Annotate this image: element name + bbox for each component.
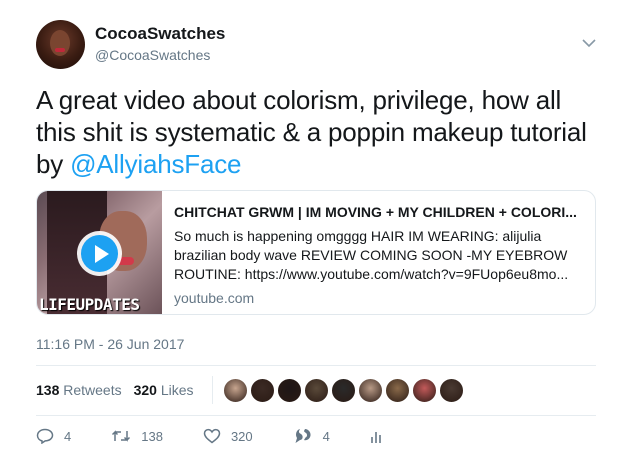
moments-icon [295, 429, 311, 443]
user-names: CocoaSwatches @CocoaSwatches [95, 24, 225, 65]
liker-avatars [222, 377, 466, 403]
liker-avatar[interactable] [249, 377, 275, 403]
tweet-actions: 4 138 320 4 [36, 425, 434, 447]
chevron-down-icon[interactable] [582, 38, 596, 48]
retweets-stat[interactable]: 138 Retweets [36, 382, 122, 398]
liker-avatar[interactable] [222, 377, 248, 403]
like-button[interactable]: 320 [203, 428, 253, 444]
analytics-button[interactable] [370, 428, 394, 444]
liker-avatar[interactable] [438, 377, 464, 403]
user-handle[interactable]: @CocoaSwatches [95, 45, 225, 65]
retweet-button[interactable]: 138 [111, 428, 163, 444]
link-card[interactable]: LIFEUPDATES CHITCHAT GRWM | IM MOVING + … [36, 190, 596, 315]
retweet-icon [112, 430, 131, 442]
card-title: CHITCHAT GRWM | IM MOVING + MY CHILDREN … [174, 204, 577, 220]
card-description: So much is happening omgggg HAIR IM WEAR… [174, 228, 569, 282]
heart-icon [203, 428, 221, 444]
divider [36, 365, 596, 366]
liker-avatar[interactable] [276, 377, 302, 403]
liker-avatar[interactable] [384, 377, 410, 403]
liker-avatar[interactable] [411, 377, 437, 403]
likes-stat[interactable]: 320 Likes [134, 382, 194, 398]
moments-button[interactable]: 4 [293, 427, 330, 445]
tweet-stats: 138 Retweets 320 Likes [36, 375, 466, 405]
reply-button[interactable]: 4 [36, 428, 71, 444]
card-domain: youtube.com [174, 290, 255, 306]
divider [36, 415, 596, 416]
divider [211, 376, 213, 404]
liker-avatar[interactable] [303, 377, 329, 403]
reply-icon [36, 428, 54, 444]
tweet-timestamp[interactable]: 11:16 PM - 26 Jun 2017 [36, 336, 184, 352]
liker-avatar[interactable] [330, 377, 356, 403]
mention-link[interactable]: @AllyiahsFace [70, 149, 241, 179]
avatar[interactable] [36, 20, 85, 69]
card-body: CHITCHAT GRWM | IM MOVING + MY CHILDREN … [174, 203, 584, 307]
tweet-text: A great video about colorism, privilege,… [36, 84, 606, 180]
analytics-icon [371, 432, 381, 443]
thumbnail-caption: LIFEUPDATES [39, 295, 140, 314]
tweet-header: CocoaSwatches @CocoaSwatches [36, 20, 596, 70]
video-thumbnail[interactable]: LIFEUPDATES [37, 191, 162, 314]
liker-avatar[interactable] [357, 377, 383, 403]
display-name[interactable]: CocoaSwatches [95, 24, 225, 44]
play-icon[interactable] [77, 231, 122, 276]
